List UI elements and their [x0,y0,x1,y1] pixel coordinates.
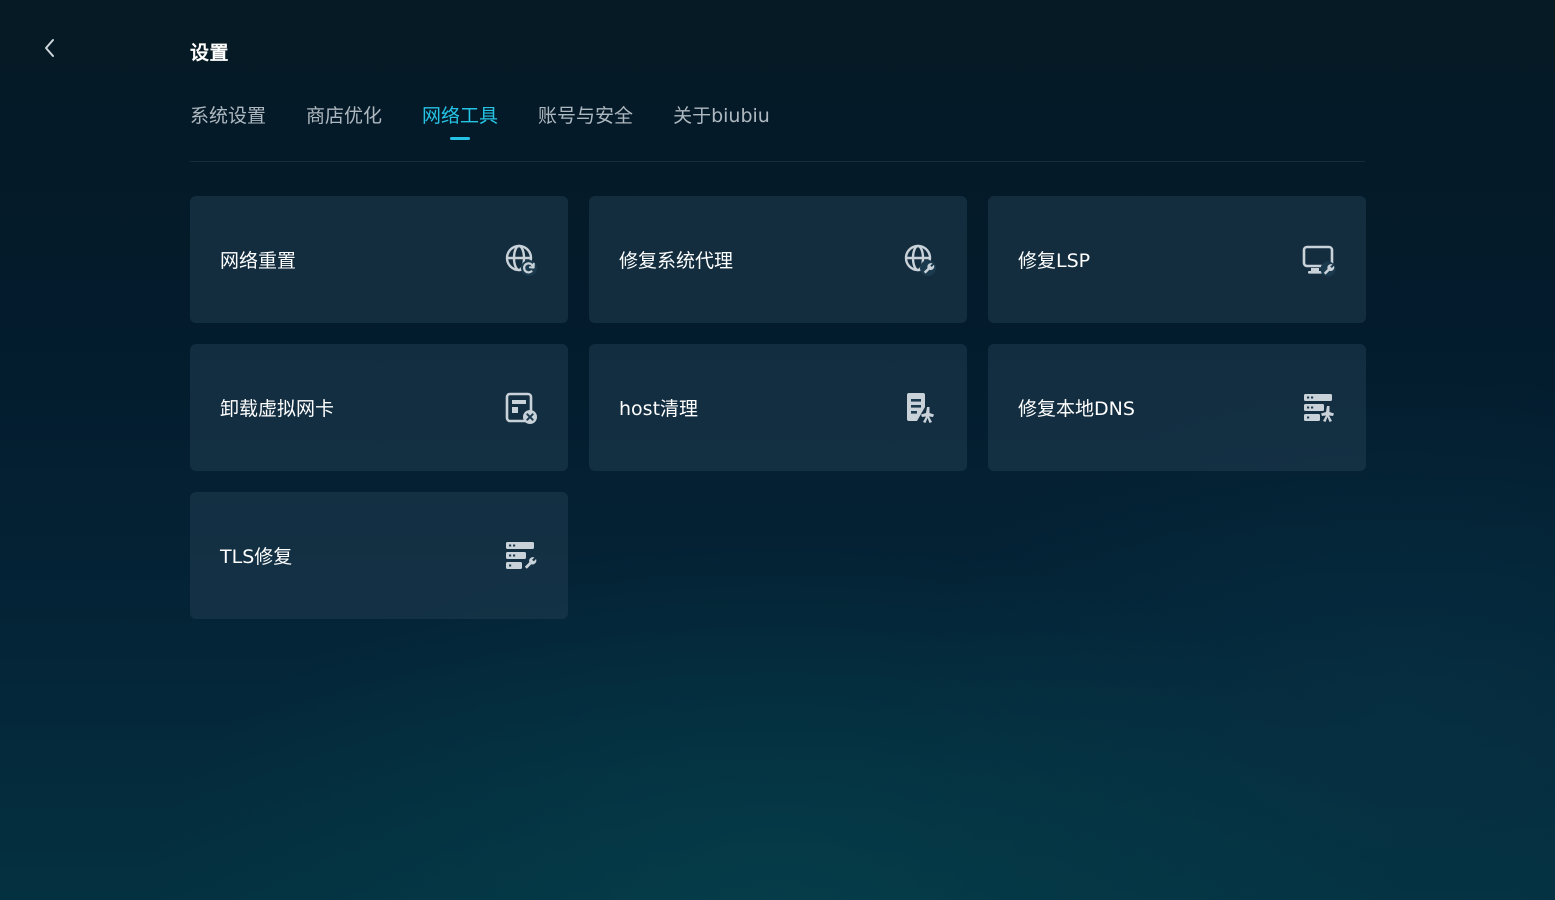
globe-refresh-icon [504,243,538,277]
tool-card-label: TLS修复 [220,546,293,568]
tab-store-optimization[interactable]: 商店优化 [306,100,382,140]
tool-card-label: 网络重置 [220,250,297,272]
tool-card-fix-system-proxy[interactable]: 修复系统代理 [589,196,967,323]
tab-system-settings[interactable]: 系统设置 [190,100,266,140]
tool-card-fix-lsp[interactable]: 修复LSP [988,196,1366,323]
tool-card-label: 修复LSP [1018,250,1091,272]
tab-bar: 系统设置 商店优化 网络工具 账号与安全 关于biubiu [190,100,1365,162]
tab-account-security[interactable]: 账号与安全 [538,100,633,140]
tool-grid: 网络重置 修复系统代理 修复LSP 卸载虚拟网卡 host清理 修复本地DNS … [190,196,1366,619]
back-button[interactable] [36,36,62,64]
tool-card-fix-local-dns[interactable]: 修复本地DNS [988,344,1366,471]
network-card-remove-icon [504,391,538,425]
tool-card-label: 卸载虚拟网卡 [220,398,335,420]
tool-card-uninstall-virtual-nic[interactable]: 卸载虚拟网卡 [190,344,568,471]
server-wrench-icon [504,539,538,573]
tool-card-tls-repair[interactable]: TLS修复 [190,492,568,619]
tool-card-label: host清理 [619,398,699,420]
document-sweep-icon [903,391,937,425]
tab-about[interactable]: 关于biubiu [673,100,770,140]
tool-card-label: 修复本地DNS [1018,398,1135,420]
tool-card-label: 修复系统代理 [619,250,734,272]
globe-wrench-icon [903,243,937,277]
tab-network-tools[interactable]: 网络工具 [422,100,498,140]
monitor-wrench-icon [1302,243,1336,277]
chevron-left-icon [42,37,56,63]
page-title: 设置 [190,42,230,64]
tool-card-host-cleanup[interactable]: host清理 [589,344,967,471]
tool-card-network-reset[interactable]: 网络重置 [190,196,568,323]
server-sweep-icon [1302,391,1336,425]
